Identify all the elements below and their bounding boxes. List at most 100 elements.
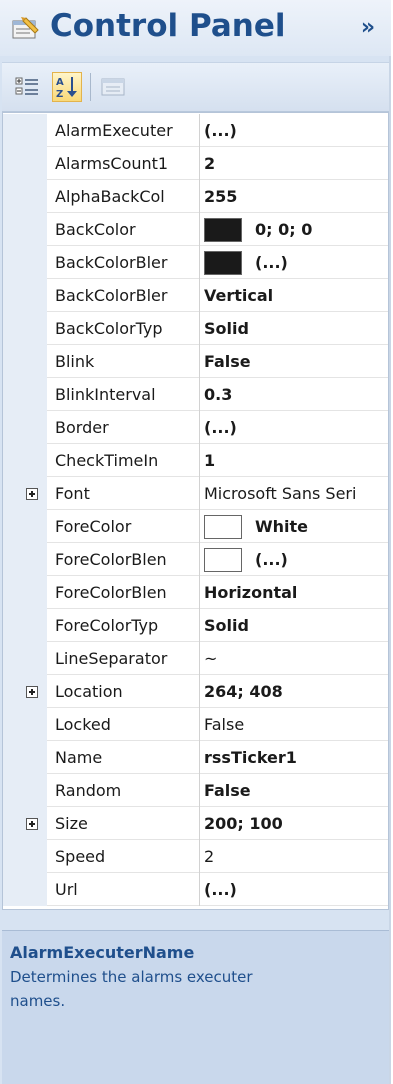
property-value[interactable]: ~ xyxy=(204,642,388,675)
column-splitter[interactable] xyxy=(199,279,200,312)
description-text: Determines the alarms executer names. xyxy=(10,968,253,1010)
row-gutter xyxy=(3,741,47,774)
property-value[interactable]: (...) xyxy=(204,411,388,444)
property-value[interactable]: False xyxy=(204,774,388,807)
property-value[interactable]: 2 xyxy=(204,840,388,873)
sort-alphabetical-icon: A Z xyxy=(56,77,77,100)
column-splitter[interactable] xyxy=(199,213,200,246)
column-splitter[interactable] xyxy=(199,411,200,444)
property-row[interactable]: ForeColorBlen (...) xyxy=(3,543,388,576)
property-pages-button[interactable] xyxy=(98,72,128,102)
property-row[interactable]: AlarmExecuter (...) xyxy=(3,114,388,147)
property-value[interactable]: Vertical xyxy=(204,279,388,312)
property-row[interactable]: ForeColor White xyxy=(3,510,388,543)
property-value[interactable]: (...) xyxy=(204,873,388,906)
property-row[interactable]: Size 200; 100 xyxy=(3,807,388,840)
column-splitter[interactable] xyxy=(199,510,200,543)
row-gutter xyxy=(3,576,47,609)
property-value[interactable]: 1 xyxy=(204,444,388,477)
row-gutter xyxy=(3,312,47,345)
property-row[interactable]: BackColorTyp Solid xyxy=(3,312,388,345)
column-splitter[interactable] xyxy=(199,312,200,345)
column-splitter[interactable] xyxy=(199,543,200,576)
column-splitter[interactable] xyxy=(199,609,200,642)
column-splitter[interactable] xyxy=(199,246,200,279)
property-row[interactable]: CheckTimeIn 1 xyxy=(3,444,388,477)
property-row[interactable]: LineSeparator ~ xyxy=(3,642,388,675)
row-gutter xyxy=(3,774,47,807)
row-gutter xyxy=(3,411,47,444)
column-splitter[interactable] xyxy=(199,378,200,411)
column-splitter[interactable] xyxy=(199,774,200,807)
column-splitter[interactable] xyxy=(199,840,200,873)
property-value[interactable]: rssTicker1 xyxy=(204,741,388,774)
expand-plus-icon[interactable] xyxy=(26,488,38,500)
expand-plus-icon[interactable] xyxy=(26,818,38,830)
property-name: AlphaBackCol xyxy=(55,187,165,206)
categorized-view-button[interactable] xyxy=(12,72,42,102)
property-value[interactable]: Solid xyxy=(204,609,388,642)
property-value[interactable]: Horizontal xyxy=(204,576,388,609)
column-splitter[interactable] xyxy=(199,642,200,675)
property-row[interactable]: ForeColorTyp Solid xyxy=(3,609,388,642)
column-splitter[interactable] xyxy=(199,741,200,774)
column-splitter[interactable] xyxy=(199,708,200,741)
property-row[interactable]: Location 264; 408 xyxy=(3,675,388,708)
property-value[interactable]: 200; 100 xyxy=(204,807,388,840)
row-gutter xyxy=(3,279,47,312)
alphabetical-sort-button[interactable]: A Z xyxy=(52,72,82,102)
row-gutter xyxy=(3,873,47,906)
property-value[interactable]: 2 xyxy=(204,147,388,180)
property-name: Size xyxy=(55,814,88,833)
property-value[interactable]: 0.3 xyxy=(204,378,388,411)
property-value[interactable]: 255 xyxy=(204,180,388,213)
categorized-view-icon xyxy=(15,77,38,95)
column-splitter[interactable] xyxy=(199,345,200,378)
property-value[interactable]: (...) xyxy=(255,543,288,576)
property-value[interactable]: 264; 408 xyxy=(204,675,388,708)
property-row[interactable]: Url (...) xyxy=(3,873,388,906)
property-row[interactable]: AlarmsCount1 2 xyxy=(3,147,388,180)
property-name: Border xyxy=(55,418,109,437)
property-row[interactable]: AlphaBackCol 255 xyxy=(3,180,388,213)
row-gutter xyxy=(3,378,47,411)
property-row[interactable]: Blink False xyxy=(3,345,388,378)
expand-plus-icon[interactable] xyxy=(26,686,38,698)
property-row[interactable]: Name rssTicker1 xyxy=(3,741,388,774)
property-row[interactable]: Speed 2 xyxy=(3,840,388,873)
row-gutter xyxy=(3,213,47,246)
property-row[interactable]: ForeColorBlen Horizontal xyxy=(3,576,388,609)
column-splitter[interactable] xyxy=(199,675,200,708)
property-name: Locked xyxy=(55,715,111,734)
property-value[interactable]: False xyxy=(204,708,388,741)
property-row[interactable]: Border (...) xyxy=(3,411,388,444)
property-row[interactable]: Locked False xyxy=(3,708,388,741)
column-splitter[interactable] xyxy=(199,807,200,840)
property-name: AlarmExecuter xyxy=(55,121,173,140)
property-name: AlarmsCount1 xyxy=(55,154,169,173)
property-row[interactable]: BlinkInterval 0.3 xyxy=(3,378,388,411)
property-row[interactable]: Font Microsoft Sans Seri xyxy=(3,477,388,510)
collapse-panel-button[interactable]: » xyxy=(356,16,380,40)
property-value[interactable]: False xyxy=(204,345,388,378)
column-splitter[interactable] xyxy=(199,114,200,147)
property-row[interactable]: BackColorBler Vertical xyxy=(3,279,388,312)
column-splitter[interactable] xyxy=(199,180,200,213)
property-value[interactable]: (...) xyxy=(204,114,388,147)
property-value[interactable]: White xyxy=(255,510,308,543)
property-value[interactable]: 0; 0; 0 xyxy=(255,213,312,246)
column-splitter[interactable] xyxy=(199,477,200,510)
column-splitter[interactable] xyxy=(199,873,200,906)
property-value[interactable]: (...) xyxy=(255,246,288,279)
property-row[interactable]: Random False xyxy=(3,774,388,807)
description-pane: AlarmExecuterName Determines the alarms … xyxy=(2,930,389,1084)
property-row[interactable]: BackColorBler (...) xyxy=(3,246,388,279)
column-splitter[interactable] xyxy=(199,444,200,477)
column-splitter[interactable] xyxy=(199,147,200,180)
property-value[interactable]: Solid xyxy=(204,312,388,345)
property-value[interactable]: Microsoft Sans Seri xyxy=(204,477,388,510)
column-splitter[interactable] xyxy=(199,576,200,609)
property-row[interactable]: BackColor 0; 0; 0 xyxy=(3,213,388,246)
row-gutter xyxy=(3,477,47,510)
row-gutter xyxy=(3,246,47,279)
